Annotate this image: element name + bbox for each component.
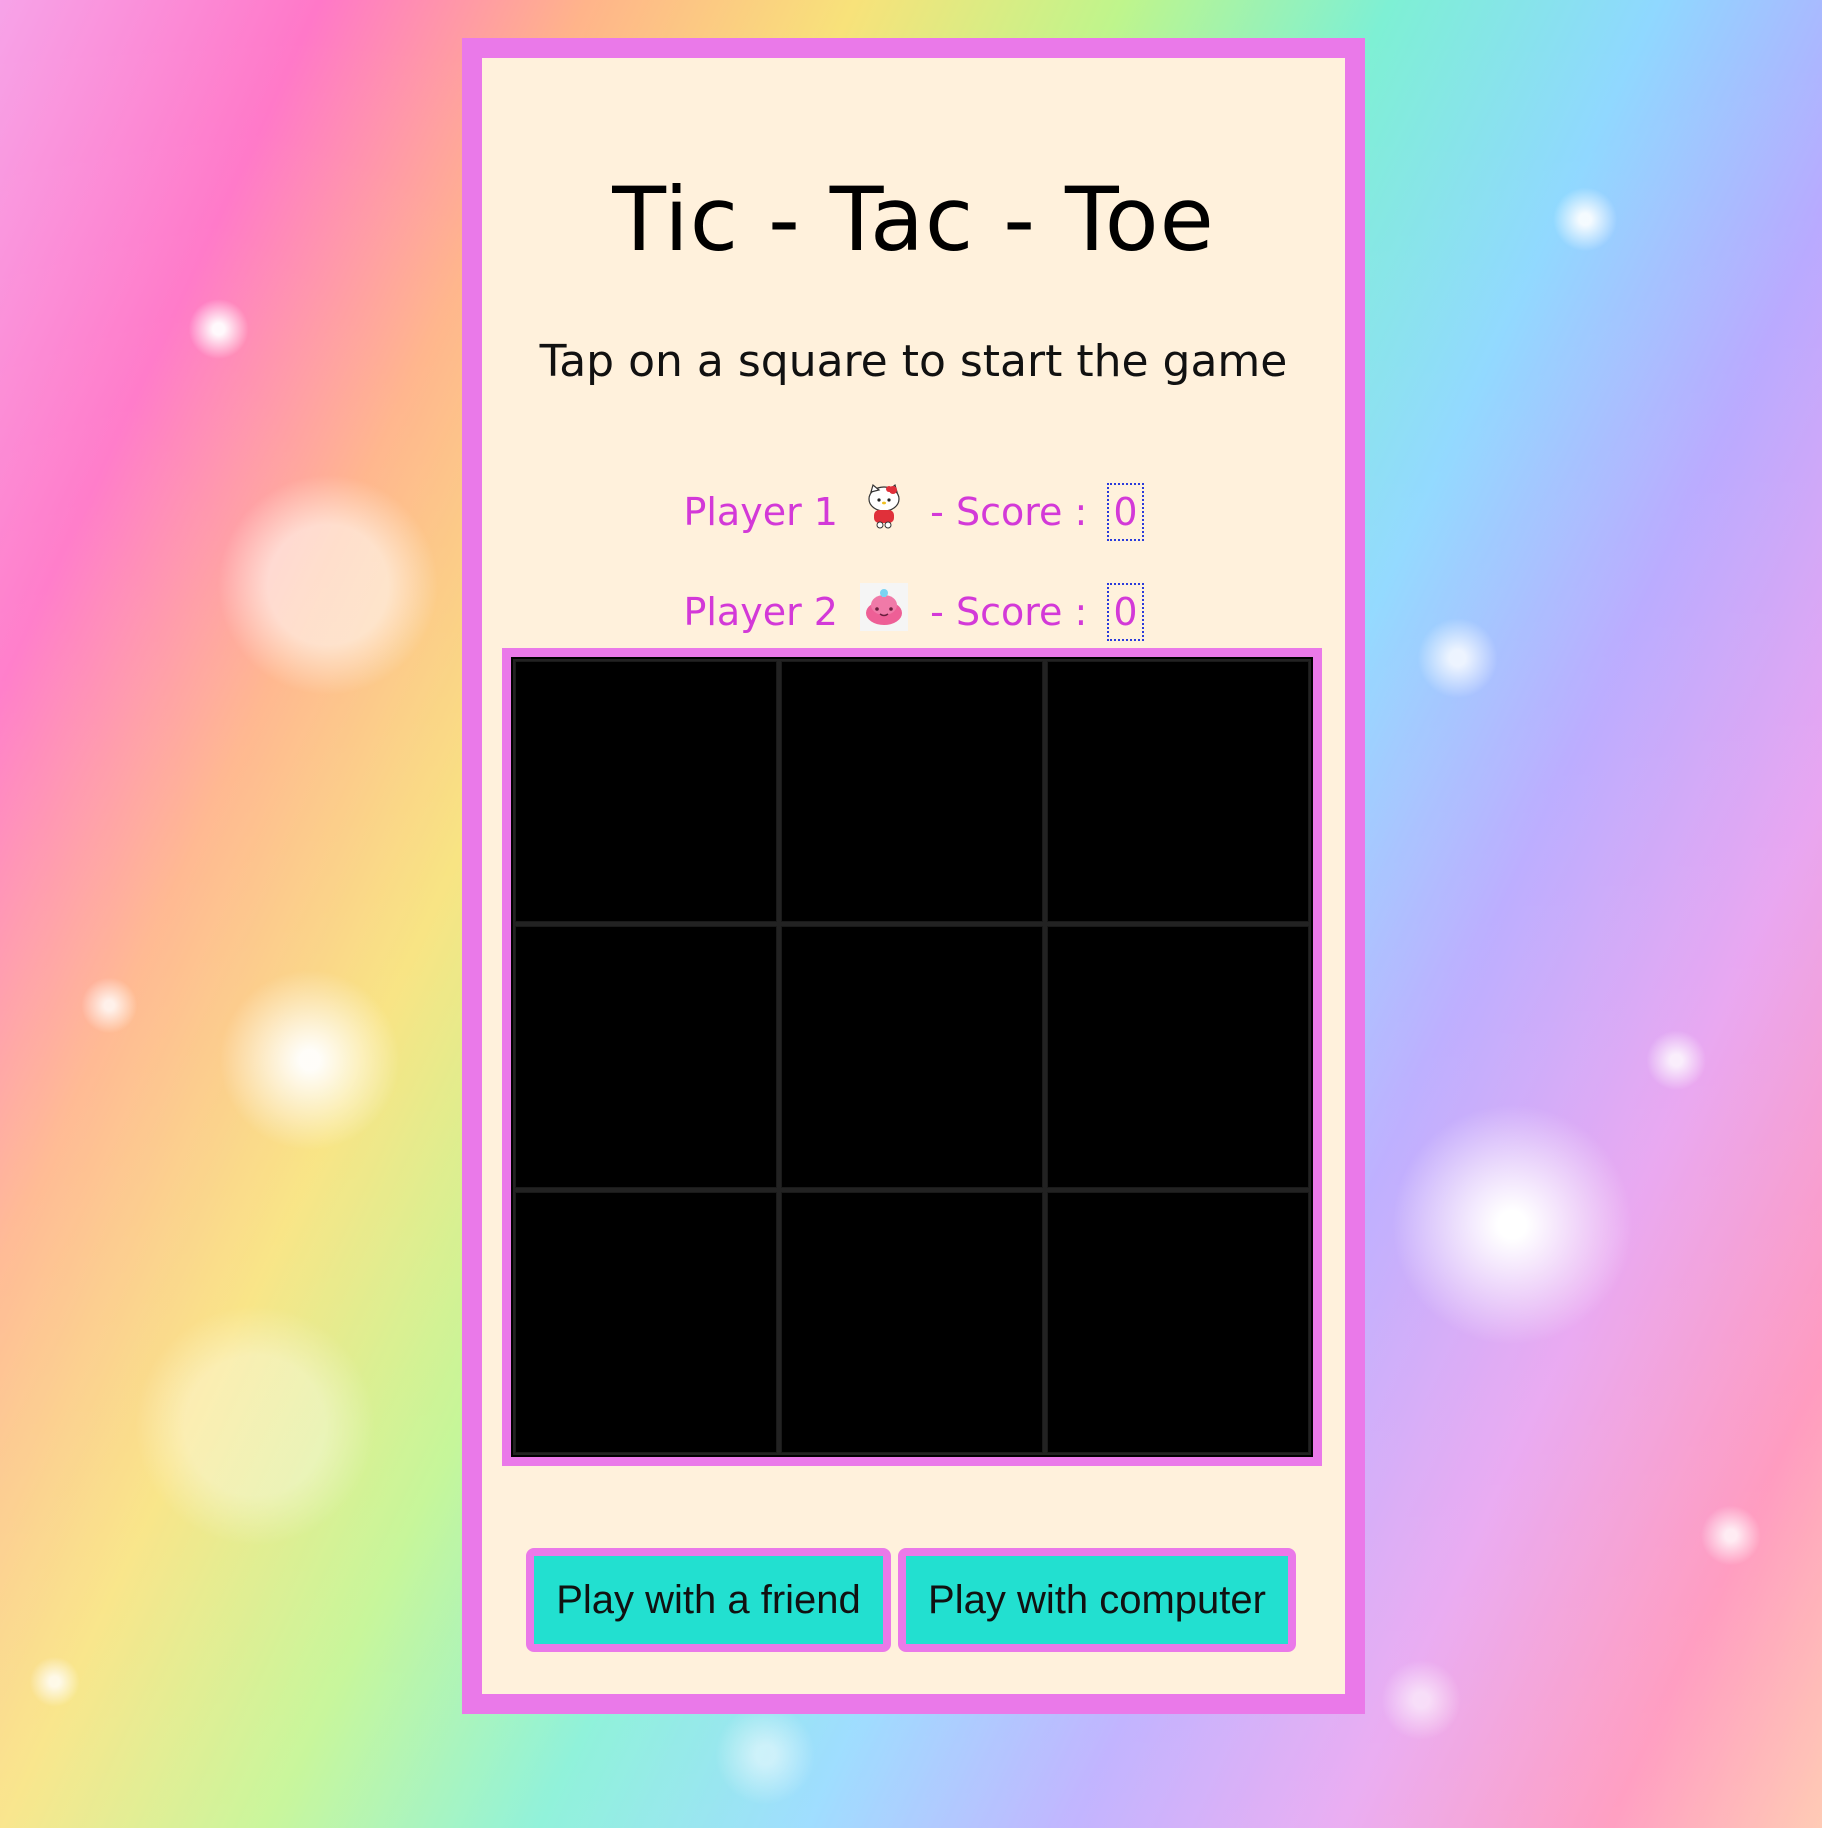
play-with-friend-button[interactable]: Play with a friend	[526, 1548, 891, 1652]
mode-buttons: Play with a friend Play with computer	[0, 0, 1822, 1828]
play-with-computer-button[interactable]: Play with computer	[898, 1548, 1296, 1652]
